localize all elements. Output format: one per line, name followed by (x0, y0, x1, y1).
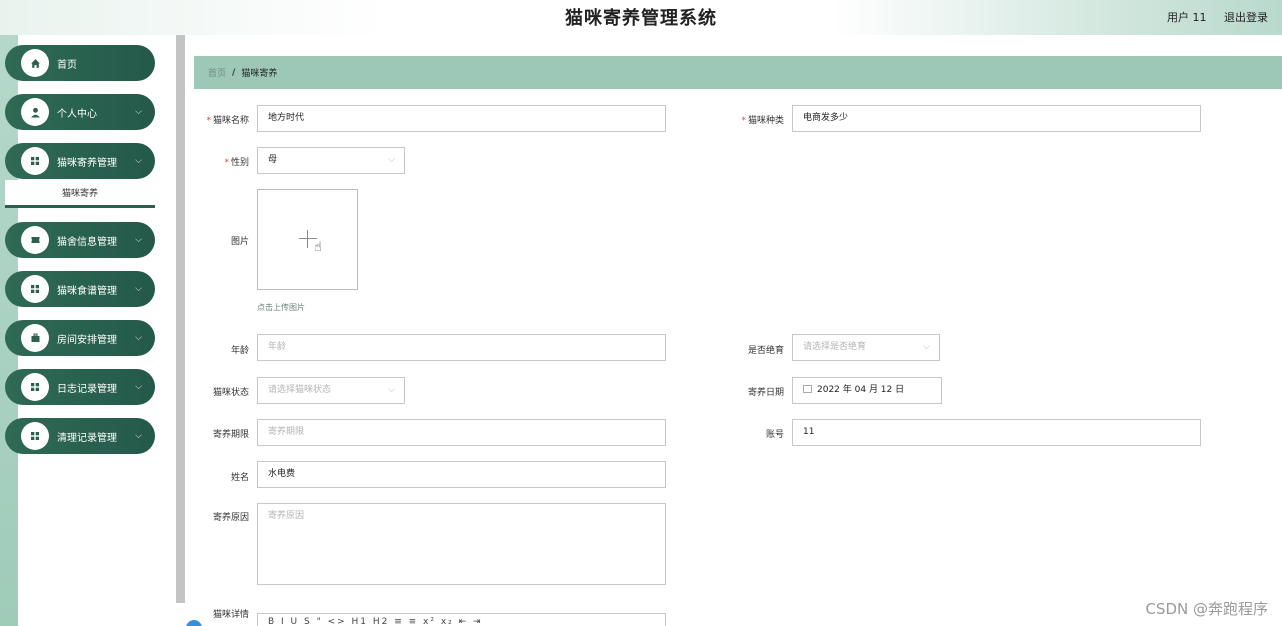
cat-type-input[interactable]: 电商发多少 (792, 105, 1201, 132)
grid-icon (21, 373, 49, 401)
sidebar-item-label: 首页 (57, 59, 77, 71)
sidebar-item-label: 猫咪寄养管理 (57, 157, 117, 169)
sidebar-item-cat-recipe[interactable]: 猫咪食谱管理 ⌵ (5, 271, 155, 307)
name-input[interactable]: 水电费 (257, 461, 666, 488)
sidebar-item-room-arrangement[interactable]: 房间安排管理 ⌵ (5, 320, 155, 356)
boarding-reason-label: 寄养原因 (212, 513, 249, 523)
sidebar-item-personal-center[interactable]: 个人中心 ⌵ (5, 94, 155, 130)
sidebar-item-cattery-info[interactable]: 猫舍信息管理 ⌵ (5, 222, 155, 258)
boarding-period-input[interactable]: 寄养期限 (257, 419, 666, 446)
ticket-icon (21, 226, 49, 254)
grid-icon (21, 147, 49, 175)
breadcrumb-current: 猫咪寄养 (241, 69, 278, 79)
hand-cursor-icon: ☝ (314, 240, 322, 255)
chevron-down-icon: ⌵ (135, 107, 142, 117)
person-icon (21, 98, 49, 126)
account-input[interactable]: 11 (792, 419, 1201, 446)
boarding-date-picker[interactable]: 2022 年 04 月 12 日 (792, 377, 942, 404)
age-label: 年龄 (230, 346, 249, 356)
sidebar-item-label: 个人中心 (57, 108, 97, 120)
sidebar-item-home[interactable]: 首页 (5, 45, 155, 81)
boarding-date-label: 寄养日期 (747, 388, 784, 398)
cat-name-label: * 猫咪名称 (206, 116, 249, 126)
rich-text-toolbar[interactable]: B I U S " <> H1 H2 ≡ ≡ x² x₂ ⇤ ⇥ (257, 613, 666, 626)
briefcase-icon (21, 324, 49, 352)
boarding-reason-textarea[interactable]: 寄养原因 (257, 503, 666, 585)
cat-status-select[interactable]: 请选择猫咪状态 ⌵ (257, 377, 405, 404)
sidebar-item-label: 清理记录管理 (57, 432, 117, 444)
chevron-down-icon: ⌵ (923, 342, 930, 352)
gender-selected-value: 母 (268, 155, 278, 165)
breadcrumb-separator: / (232, 67, 236, 78)
sidebar-item-log-records[interactable]: 日志记录管理 ⌵ (5, 369, 155, 405)
age-input[interactable]: 年龄 (257, 334, 666, 361)
image-label: 图片 (230, 237, 249, 247)
grid-icon (21, 422, 49, 450)
sidebar-item-label: 猫舍信息管理 (57, 236, 117, 248)
chevron-down-icon: ⌵ (135, 431, 142, 441)
chevron-down-icon: ⌵ (135, 235, 142, 245)
cat-status-label: 猫咪状态 (212, 388, 249, 398)
submenu-item-cat-boarding[interactable]: 猫咪寄养 (5, 180, 155, 208)
logout-link[interactable]: 退出登录 (1224, 11, 1268, 24)
cat-detail-label: 猫咪详情 (212, 610, 249, 620)
app-title: 猫咪寄养管理系统 (565, 8, 717, 29)
breadcrumb-home-link[interactable]: 首页 (208, 66, 226, 79)
cat-name-input[interactable]: 地方时代 (257, 105, 666, 132)
chevron-down-icon: ⌵ (388, 155, 395, 165)
float-button[interactable] (186, 620, 202, 626)
name-label: 姓名 (230, 473, 249, 483)
top-header: 猫咪寄养管理系统 用户 11 退出登录 (0, 0, 1282, 35)
calendar-icon (803, 385, 812, 393)
grid-icon (21, 275, 49, 303)
sidebar-item-label: 日志记录管理 (57, 383, 117, 395)
breadcrumb: 首页 / 猫咪寄养 (194, 56, 1282, 89)
sterilized-select[interactable]: 请选择是否绝育 ⌵ (792, 334, 940, 361)
sidebar-item-cat-boarding[interactable]: 猫咪寄养管理 ⌵ (5, 143, 155, 179)
header-user-area: 用户 11 退出登录 (1153, 9, 1268, 25)
boarding-period-label: 寄养期限 (212, 430, 249, 440)
account-label: 账号 (765, 430, 784, 440)
cat-type-label: * 猫咪种类 (741, 116, 784, 126)
chevron-down-icon: ⌵ (135, 382, 142, 392)
gender-select[interactable]: 母 ⌵ (257, 147, 405, 174)
home-icon (21, 49, 49, 77)
sidebar-item-cleaning-records[interactable]: 清理记录管理 ⌵ (5, 418, 155, 454)
watermark: CSDN @奔跑程序 (1145, 600, 1268, 618)
image-upload-hint: 点击上传图片 (257, 303, 305, 312)
sidebar-item-label: 猫咪食谱管理 (57, 285, 117, 297)
image-upload-button[interactable]: ☝ (257, 189, 358, 290)
current-user-label: 用户 11 (1167, 11, 1207, 24)
sidebar-item-label: 房间安排管理 (57, 334, 117, 346)
sterilized-label: 是否绝育 (747, 346, 784, 356)
gender-label: * 性别 (224, 158, 249, 168)
chevron-down-icon: ⌵ (135, 156, 142, 166)
chevron-down-icon: ⌵ (135, 284, 142, 294)
chevron-down-icon: ⌵ (388, 385, 395, 395)
chevron-down-icon: ⌵ (135, 333, 142, 343)
sidebar-scrollbar[interactable] (176, 35, 185, 603)
